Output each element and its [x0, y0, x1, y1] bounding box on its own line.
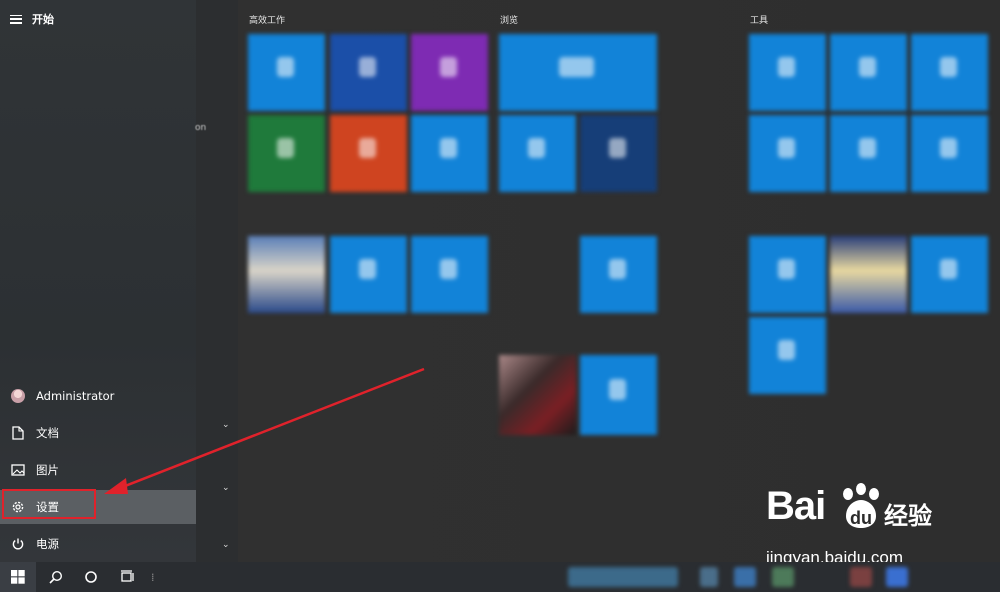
taskbar-app-button[interactable] [700, 567, 718, 587]
paw-logo-icon: du [843, 483, 879, 528]
taskbar-app-button[interactable] [734, 567, 756, 587]
start-button[interactable] [0, 562, 36, 592]
taskbar-search-button[interactable] [38, 562, 74, 592]
taskbar-app-button[interactable] [772, 567, 794, 587]
windows-logo-icon [11, 570, 25, 584]
watermark-brand-cn: 经验 [884, 502, 932, 530]
task-view-button[interactable] [110, 562, 146, 592]
cortana-button[interactable] [73, 562, 109, 592]
task-view-icon [121, 570, 134, 582]
taskbar-app-button[interactable] [886, 567, 908, 587]
cortana-circle-icon [85, 571, 97, 583]
taskbar-app-button[interactable] [568, 567, 678, 587]
search-icon [49, 570, 63, 584]
taskbar: ⁞ [0, 562, 1000, 592]
svg-text:du: du [850, 508, 872, 528]
taskbar-divider: ⁞ [151, 571, 155, 584]
taskbar-app-button[interactable] [850, 567, 872, 587]
baidu-jingyan-watermark: Bai du 经验 jingyan.baidu.com [758, 482, 993, 572]
watermark-brand: Bai [766, 484, 826, 528]
